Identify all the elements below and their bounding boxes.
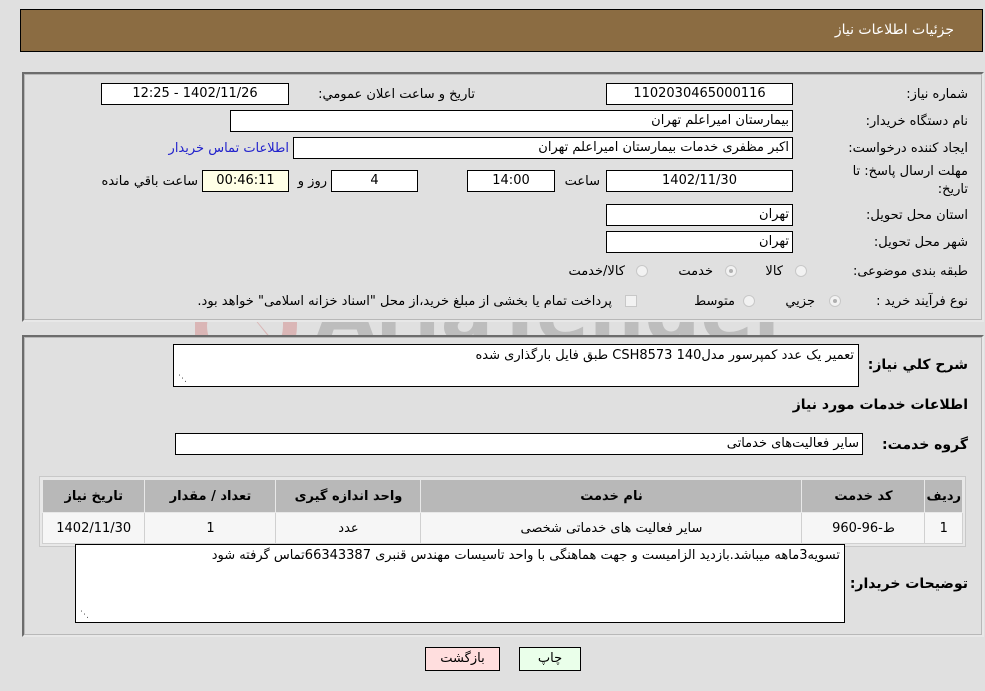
cell-row-number: 1 xyxy=(924,512,963,544)
purchase-type-radio-medium[interactable] xyxy=(743,295,755,307)
deadline-time-field: 14:00 xyxy=(467,170,555,192)
col-header-service-code: کد خدمت xyxy=(801,479,926,513)
purchase-type-label: نوع فرآیند خرید : xyxy=(876,294,968,309)
page-title: جزئیات اطلاعات نیاز xyxy=(834,22,954,38)
col-header-row-number: ردیف xyxy=(924,479,963,513)
treasury-checkbox[interactable] xyxy=(625,295,637,307)
cell-need-date: 1402/11/30 xyxy=(41,512,146,544)
buyer-notes-text: تسویه3ماهه میباشد.بازدید الزامیست و جهت … xyxy=(211,548,840,563)
service-group-label: گروه خدمت: xyxy=(882,437,968,453)
treasury-note: پرداخت تمام یا بخشی از مبلغ خرید،از محل … xyxy=(197,294,612,309)
buyer-notes-label: توضیحات خریدار: xyxy=(849,576,968,592)
cell-unit: عدد xyxy=(275,512,422,544)
back-button[interactable]: بازگشت xyxy=(425,647,500,671)
category-radio-goods[interactable] xyxy=(795,265,807,277)
buyer-notes-textarea[interactable]: تسویه3ماهه میباشد.بازدید الزامیست و جهت … xyxy=(75,544,845,623)
col-header-service-name: نام خدمت xyxy=(420,479,803,513)
print-button[interactable]: چاپ xyxy=(519,647,581,671)
category-label: طبقه بندی موضوعی: xyxy=(852,264,968,279)
need-number-label: شماره نیاز: xyxy=(906,87,968,102)
category-option-goods: کالا xyxy=(765,264,783,279)
buyer-org-field: بیمارستان امیراعلم تهران xyxy=(230,110,793,132)
city-field: تهران xyxy=(606,231,793,253)
purchase-type-radio-minor[interactable] xyxy=(829,295,841,307)
deadline-date-field: 1402/11/30 xyxy=(606,170,793,192)
services-table: ردیف کد خدمت نام خدمت واحد اندازه گیری ت… xyxy=(41,479,963,544)
cell-quantity: 1 xyxy=(144,512,277,544)
days-label: روز و xyxy=(297,174,327,189)
category-option-service: خدمت xyxy=(678,264,713,279)
announce-datetime-field: 1402/11/26 - 12:25 xyxy=(101,83,289,105)
resize-grip-icon[interactable]: ⋰ xyxy=(177,374,187,384)
col-header-unit: واحد اندازه گیری xyxy=(275,479,422,513)
cell-service-code: ط-96-960 xyxy=(801,512,926,544)
col-header-need-date: تاریخ نیاز xyxy=(41,479,146,513)
table-row: 1 ط-96-960 سایر فعالیت های خدماتی شخصی ع… xyxy=(41,512,963,544)
remaining-time-label: ساعت باقي مانده xyxy=(101,174,198,189)
buyer-contact-link[interactable]: اطلاعات تماس خریدار xyxy=(169,141,289,156)
category-option-goods-service: کالا/خدمت xyxy=(568,264,625,279)
description-textarea[interactable]: تعمیر یک عدد کمپرسور مدل140 CSH8573 طبق … xyxy=(173,344,859,387)
purchase-type-option-minor: جزیي xyxy=(785,294,815,309)
services-table-wrapper: ردیف کد خدمت نام خدمت واحد اندازه گیری ت… xyxy=(39,476,966,547)
province-field: تهران xyxy=(606,204,793,226)
need-number-field: 1102030465000116 xyxy=(606,83,793,105)
services-section-title: اطلاعات خدمات مورد نیاز xyxy=(792,397,968,413)
province-label: استان محل تحویل: xyxy=(866,208,968,223)
category-radio-goods-service[interactable] xyxy=(636,265,648,277)
remaining-time-field: 00:46:11 xyxy=(202,170,289,192)
city-label: شهر محل تحویل: xyxy=(873,235,968,250)
service-group-field: سایر فعالیت‌های خدماتی xyxy=(175,433,863,455)
deadline-label-line2: تاریخ: xyxy=(937,182,968,197)
purchase-type-option-medium: متوسط xyxy=(694,294,735,309)
description-text: تعمیر یک عدد کمپرسور مدل140 CSH8573 طبق … xyxy=(475,348,855,363)
category-radio-service[interactable] xyxy=(725,265,737,277)
page-header: جزئیات اطلاعات نیاز xyxy=(20,9,983,52)
resize-grip-icon[interactable]: ⋰ xyxy=(79,610,89,620)
buyer-org-label: نام دستگاه خریدار: xyxy=(865,114,968,129)
requester-label: ایجاد کننده درخواست: xyxy=(848,141,968,156)
description-label: شرح کلي نیاز: xyxy=(867,357,968,373)
table-header-row: ردیف کد خدمت نام خدمت واحد اندازه گیری ت… xyxy=(41,479,963,513)
requester-field: اکبر مظفری خدمات بیمارستان امیراعلم تهرا… xyxy=(293,137,793,159)
deadline-label: مهلت ارسال پاسخ: تا xyxy=(852,164,968,179)
announce-datetime-label: تاریخ و ساعت اعلان عمومي: xyxy=(318,87,475,102)
remaining-days-field: 4 xyxy=(331,170,418,192)
cell-service-name: سایر فعالیت های خدماتی شخصی xyxy=(420,512,803,544)
col-header-quantity: تعداد / مقدار xyxy=(144,479,277,513)
deadline-time-label: ساعت xyxy=(564,174,600,189)
